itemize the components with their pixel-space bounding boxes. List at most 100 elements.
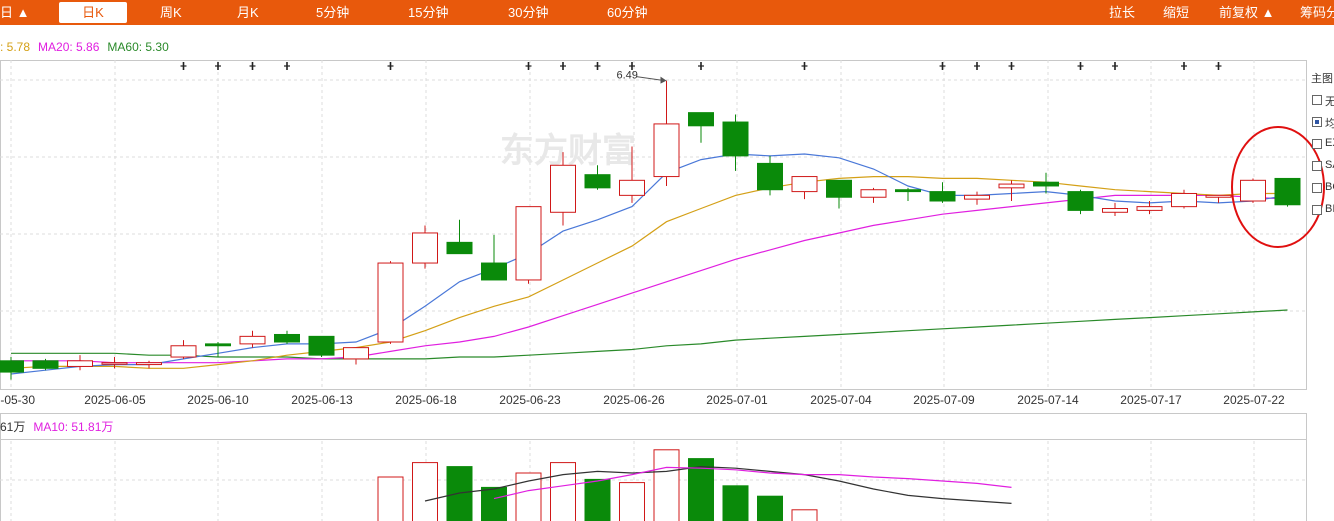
signal-mark xyxy=(974,62,980,70)
signal-mark xyxy=(698,62,704,70)
x-tick-label: 2025-07-17 xyxy=(1120,393,1182,407)
x-tick-label: 2025-07-22 xyxy=(1223,393,1285,407)
x-tick-label: 2025-07-01 xyxy=(706,393,768,407)
candle-down xyxy=(895,189,921,193)
candle-up xyxy=(619,179,645,196)
candle-up xyxy=(1205,194,1232,198)
volume-bar xyxy=(584,478,611,521)
volume-ma-legend: 61万 MA10: 51.81万 xyxy=(0,418,121,435)
ma20-line xyxy=(11,194,1288,364)
candle-down xyxy=(584,174,611,189)
candle-up xyxy=(343,347,369,360)
candle-down xyxy=(1274,177,1301,206)
side-option-label: 无 xyxy=(1325,96,1334,108)
candlestick-chart: 东方财富 6.49 25-05-30 2025-06-05 2025-06-10 20… xyxy=(0,60,1325,521)
side-option-checkbox[interactable] xyxy=(1312,161,1322,171)
side-option-label: BI xyxy=(1325,203,1334,215)
candle-down xyxy=(446,241,473,255)
signal-mark xyxy=(284,62,290,70)
candle-down xyxy=(1033,181,1059,187)
candle-up xyxy=(1136,206,1163,211)
x-tick-label: 2025-06-23 xyxy=(499,393,561,407)
volume-ma-lines xyxy=(424,465,1012,504)
candle-down xyxy=(481,262,507,281)
signal-mark xyxy=(215,62,221,70)
candle-down xyxy=(826,179,852,198)
side-option-checkbox[interactable] xyxy=(1312,139,1322,149)
candle-up xyxy=(412,232,438,264)
candle-up xyxy=(136,362,162,366)
candle-down xyxy=(308,335,335,356)
signal-mark xyxy=(1112,62,1118,70)
signal-mark xyxy=(801,62,808,70)
volume-bars xyxy=(377,449,818,521)
volume-bar xyxy=(515,472,542,521)
candle-down xyxy=(929,191,956,202)
signal-mark xyxy=(180,62,187,70)
signal-mark xyxy=(560,62,566,70)
signal-mark xyxy=(249,62,256,70)
x-tick-label: 2025-07-04 xyxy=(810,393,872,407)
candle-down xyxy=(0,360,24,373)
volume-bar xyxy=(550,462,576,521)
volume-bar xyxy=(481,486,507,521)
side-option-label: BO xyxy=(1325,181,1334,193)
x-tick-label: 2025-06-13 xyxy=(291,393,353,407)
signal-mark xyxy=(1077,62,1084,70)
candle-up xyxy=(67,360,93,367)
side-option-checkbox[interactable] xyxy=(1312,95,1322,105)
candle-down xyxy=(205,343,231,347)
vol-ma5-line xyxy=(424,465,1012,504)
signal-mark xyxy=(387,62,394,70)
x-tick-label: 25-05-30 xyxy=(0,393,35,407)
x-tick-label: 2025-07-14 xyxy=(1017,393,1079,407)
side-option-label: SA xyxy=(1325,159,1334,171)
volume-bar xyxy=(722,485,749,521)
watermark: 东方财富 xyxy=(500,131,636,170)
candle-down xyxy=(688,112,714,127)
x-tick-label: 2025-06-18 xyxy=(395,393,457,407)
ma10-line xyxy=(10,176,1288,369)
candle-down xyxy=(722,121,749,157)
x-axis-ticks: 25-05-30 2025-06-05 2025-06-10 2025-06-13 20… xyxy=(0,393,1285,407)
signal-mark xyxy=(1215,62,1222,70)
candles: 6.49 xyxy=(0,70,1301,380)
candle-up xyxy=(1102,208,1128,213)
volume-bar xyxy=(619,482,645,521)
high-label: 6.49 xyxy=(617,70,638,82)
candle-up xyxy=(101,362,128,365)
ma-lines xyxy=(10,153,1288,375)
side-option-checkbox[interactable] xyxy=(1312,117,1322,127)
candle-up xyxy=(653,123,680,178)
candle-up xyxy=(515,206,542,281)
candle-up xyxy=(377,262,404,343)
signal-mark xyxy=(525,62,532,70)
volume-bar xyxy=(757,495,783,521)
candle-down xyxy=(757,162,783,191)
side-option-label: EX xyxy=(1325,137,1334,149)
x-tick-label: 2025-06-05 xyxy=(84,393,146,407)
candle-down xyxy=(274,333,300,343)
ma60-line xyxy=(11,309,1288,360)
x-tick-label: 2025-06-10 xyxy=(187,393,249,407)
star-marks xyxy=(180,62,1222,70)
side-option-checkbox[interactable] xyxy=(1312,205,1322,215)
side-option-checkbox[interactable] xyxy=(1312,183,1322,193)
x-tick-label: 2025-07-09 xyxy=(913,393,975,407)
high-arrowhead xyxy=(660,76,667,84)
candle-up xyxy=(239,335,266,345)
chart-grid xyxy=(0,60,1307,521)
signal-mark xyxy=(1181,62,1187,70)
volume-bar xyxy=(446,466,473,521)
ma5-line xyxy=(10,153,1288,375)
candle-up xyxy=(964,194,990,200)
candle-down xyxy=(1067,191,1094,211)
side-panel-title: 主图 xyxy=(1311,73,1333,85)
price-frame xyxy=(0,60,1307,390)
candle-down xyxy=(32,360,59,369)
volume-bar xyxy=(412,462,438,521)
legend-item: 61万 xyxy=(0,420,26,434)
x-tick-label: 2025-06-26 xyxy=(603,393,665,407)
candle-up xyxy=(791,176,818,193)
candle-up xyxy=(1171,192,1197,208)
